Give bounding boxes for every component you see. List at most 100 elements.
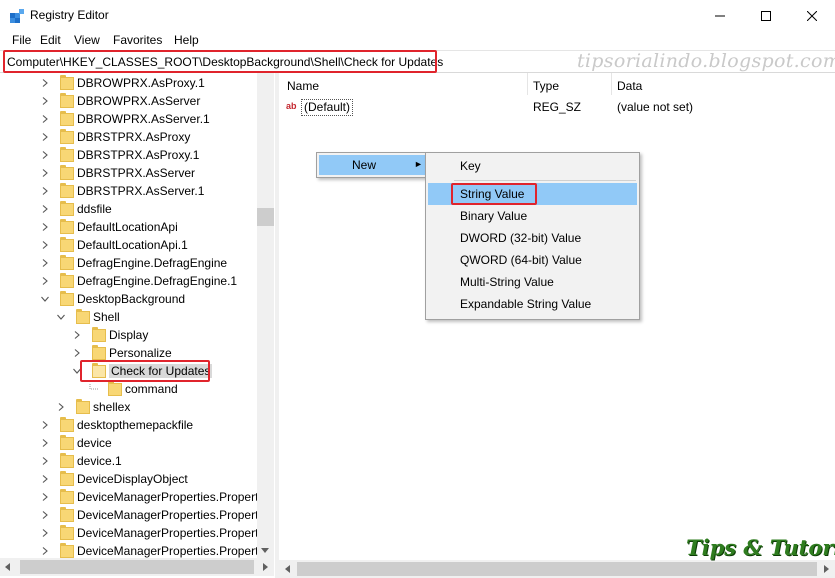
tree-item[interactable]: command xyxy=(88,380,178,398)
chevron-right-icon[interactable] xyxy=(40,240,50,250)
chevron-down-icon[interactable] xyxy=(56,312,66,322)
chevron-right-icon[interactable] xyxy=(40,528,50,538)
menu-edit[interactable]: Edit xyxy=(40,33,61,47)
scroll-right-icon[interactable] xyxy=(821,564,831,574)
tree-item[interactable]: DeviceManagerProperties.Properti xyxy=(40,506,261,524)
tree-item[interactable]: device.1 xyxy=(40,452,122,470)
chevron-right-icon[interactable] xyxy=(40,114,50,124)
column-divider[interactable] xyxy=(527,73,528,95)
menu-help[interactable]: Help xyxy=(174,33,199,47)
menu-file[interactable]: File xyxy=(12,33,31,47)
tree-item[interactable]: DBRSTPRX.AsServer xyxy=(40,164,195,182)
tree-item[interactable]: DesktopBackground xyxy=(40,290,185,308)
column-divider[interactable] xyxy=(611,73,612,95)
tree-item[interactable]: Personalize xyxy=(72,344,172,362)
tree-item[interactable]: DBROWPRX.AsServer.1 xyxy=(40,110,210,128)
submenu-item-key[interactable]: Key xyxy=(428,155,637,177)
tree-item[interactable]: Shell xyxy=(56,308,120,326)
submenu-item-string-value[interactable]: String Value xyxy=(428,183,637,205)
tree-item-label: DefaultLocationApi.1 xyxy=(77,238,188,252)
submenu-item-label: Expandable String Value xyxy=(460,297,592,311)
tree-item-label: DeviceManagerProperties.Properti xyxy=(77,490,262,504)
values-list[interactable]: Name Type Data ab (Default) REG_SZ (valu… xyxy=(279,73,835,578)
value-row-default[interactable]: ab (Default) REG_SZ (value not set) xyxy=(286,99,806,117)
tree-item[interactable]: desktopthemepackfile xyxy=(40,416,193,434)
value-name[interactable]: (Default) xyxy=(301,99,354,116)
tree-item[interactable]: Check for Updates xyxy=(72,362,213,380)
column-type[interactable]: Type xyxy=(533,79,559,93)
chevron-right-icon[interactable] xyxy=(40,96,50,106)
submenu-item-dword-value[interactable]: DWORD (32-bit) Value xyxy=(428,227,637,249)
tree-item[interactable]: Display xyxy=(72,326,148,344)
close-button[interactable] xyxy=(789,0,835,31)
chevron-right-icon[interactable] xyxy=(72,330,82,340)
tree-hscroll-thumb[interactable] xyxy=(20,560,254,574)
chevron-right-icon[interactable] xyxy=(40,276,50,286)
minimize-button[interactable] xyxy=(697,0,743,31)
submenu-item-expandable-string-value[interactable]: Expandable String Value xyxy=(428,293,637,315)
scroll-down-icon[interactable] xyxy=(260,545,270,555)
chevron-right-icon[interactable] xyxy=(40,438,50,448)
chevron-right-icon[interactable] xyxy=(40,132,50,142)
window-title: Registry Editor xyxy=(30,8,109,22)
tree-item[interactable]: DBRSTPRX.AsProxy.1 xyxy=(40,146,199,164)
chevron-right-icon[interactable] xyxy=(72,348,82,358)
menu-item-new[interactable]: New ► xyxy=(319,155,425,175)
menu-view[interactable]: View xyxy=(74,33,100,47)
tree-item[interactable]: DefragEngine.DefragEngine xyxy=(40,254,227,272)
submenu-item-multi-string-value[interactable]: Multi-String Value xyxy=(428,271,637,293)
scroll-right-icon[interactable] xyxy=(260,562,270,572)
scroll-left-icon[interactable] xyxy=(283,564,293,574)
key-tree[interactable]: DBROWPRX.AsProxy.1 DBROWPRX.AsServer DBROW… xyxy=(0,73,275,578)
chevron-right-icon[interactable] xyxy=(40,474,50,484)
tree-item[interactable]: DefaultLocationApi.1 xyxy=(40,236,188,254)
submenu-item-qword-value[interactable]: QWORD (64-bit) Value xyxy=(428,249,637,271)
chevron-right-icon[interactable] xyxy=(40,186,50,196)
chevron-right-icon[interactable] xyxy=(40,168,50,178)
maximize-button[interactable] xyxy=(743,0,789,31)
address-path[interactable]: Computer\HKEY_CLASSES_ROOT\DesktopBackgr… xyxy=(7,55,443,69)
tree-item[interactable]: DeviceManagerProperties.Properti xyxy=(40,524,261,542)
tree-vertical-scrollbar[interactable] xyxy=(257,73,274,558)
folder-icon xyxy=(60,182,74,198)
folder-icon xyxy=(108,380,122,396)
tree-item-label: DBROWPRX.AsServer.1 xyxy=(77,112,210,126)
chevron-right-icon[interactable] xyxy=(40,492,50,502)
chevron-down-icon[interactable] xyxy=(40,294,50,304)
tree-item[interactable]: shellex xyxy=(56,398,130,416)
tree-item[interactable]: DefaultLocationApi xyxy=(40,218,178,236)
column-name[interactable]: Name xyxy=(287,79,319,93)
chevron-right-icon[interactable] xyxy=(40,546,50,556)
chevron-right-icon[interactable] xyxy=(40,510,50,520)
tree-scroll-thumb[interactable] xyxy=(257,208,274,226)
chevron-right-icon[interactable] xyxy=(40,78,50,88)
menu-item-new-label: New xyxy=(352,158,377,172)
submenu-arrow-icon: ► xyxy=(414,159,423,169)
chevron-right-icon[interactable] xyxy=(40,258,50,268)
tree-item[interactable]: DBRSTPRX.AsProxy xyxy=(40,128,190,146)
tree-item[interactable]: DeviceDisplayObject xyxy=(40,470,188,488)
submenu-item-binary-value[interactable]: Binary Value xyxy=(428,205,637,227)
menu-bar: File Edit View Favorites Help xyxy=(0,31,835,50)
chevron-right-icon[interactable] xyxy=(40,204,50,214)
scroll-left-icon[interactable] xyxy=(3,562,13,572)
chevron-right-icon[interactable] xyxy=(40,456,50,466)
tree-item-label: DBROWPRX.AsServer xyxy=(77,94,201,108)
values-hscroll-thumb[interactable] xyxy=(297,562,817,576)
tree-item[interactable]: ddsfile xyxy=(40,200,112,218)
chevron-down-icon[interactable] xyxy=(72,366,82,376)
tree-item[interactable]: DefragEngine.DefragEngine.1 xyxy=(40,272,237,290)
chevron-right-icon[interactable] xyxy=(40,420,50,430)
column-data[interactable]: Data xyxy=(617,79,642,93)
menu-favorites[interactable]: Favorites xyxy=(113,33,162,47)
tree-item[interactable]: DBROWPRX.AsProxy.1 xyxy=(40,74,205,92)
chevron-right-icon[interactable] xyxy=(40,222,50,232)
folder-icon xyxy=(60,542,74,558)
chevron-right-icon[interactable] xyxy=(56,402,66,412)
chevron-right-icon[interactable] xyxy=(40,150,50,160)
tree-item[interactable]: device xyxy=(40,434,112,452)
tree-item[interactable]: DBROWPRX.AsServer xyxy=(40,92,200,110)
folder-icon xyxy=(60,110,74,126)
tree-item[interactable]: DeviceManagerProperties.Properti xyxy=(40,488,261,506)
tree-item[interactable]: DBRSTPRX.AsServer.1 xyxy=(40,182,204,200)
